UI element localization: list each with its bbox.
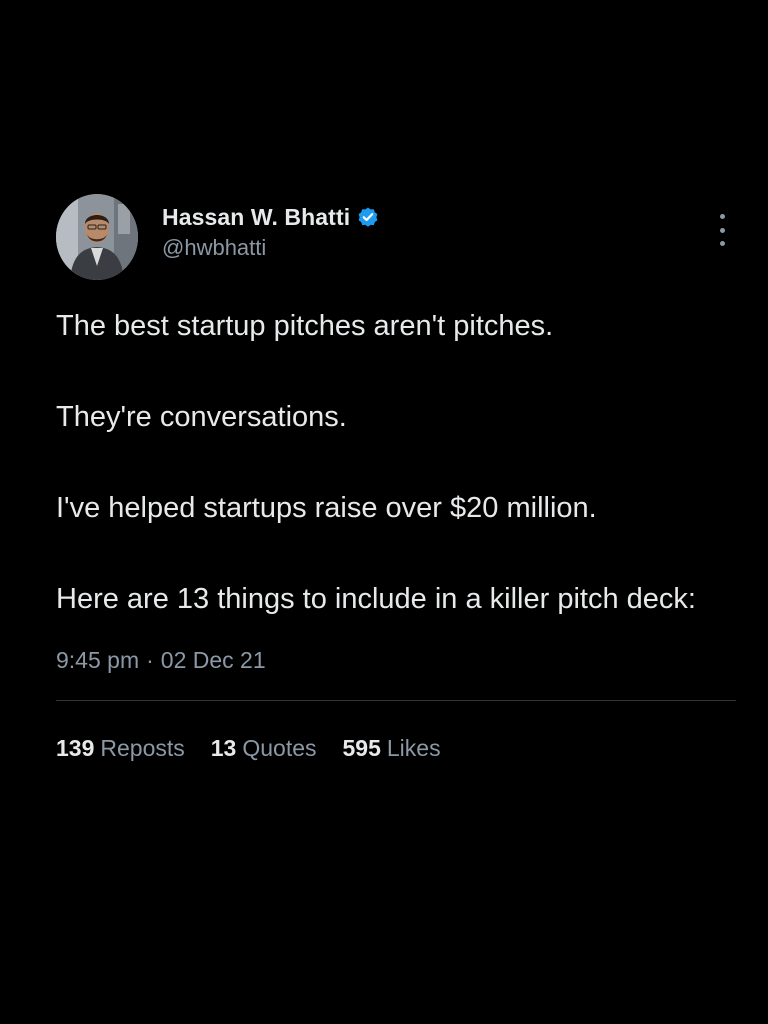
display-name[interactable]: Hassan W. Bhatti	[162, 204, 350, 231]
author-names: Hassan W. Bhatti @hwbhatti	[162, 202, 380, 261]
avatar-photo	[56, 194, 138, 280]
likes-stat[interactable]: 595 Likes	[343, 735, 441, 762]
tweet-paragraph: I've helped startups raise over $20 mill…	[56, 492, 597, 524]
reposts-label: Reposts	[100, 735, 185, 761]
tweet-timestamp[interactable]: 9:45 pm · 02 Dec 21	[56, 647, 736, 674]
author-handle[interactable]: @hwbhatti	[162, 235, 380, 261]
tweet-paragraph: They're conversations.	[56, 401, 347, 433]
more-vertical-icon[interactable]	[718, 214, 726, 246]
verified-badge-icon	[356, 205, 380, 229]
tweet-stats: 139 Reposts 13 Quotes 595 Likes	[56, 735, 736, 762]
likes-count: 595	[342, 735, 381, 761]
quotes-count: 13	[210, 735, 237, 761]
quotes-stat[interactable]: 13 Quotes	[211, 735, 317, 762]
tweet-paragraph: Here are 13 things to include in a kille…	[56, 583, 696, 615]
reposts-stat[interactable]: 139 Reposts	[56, 735, 185, 762]
tweet-time: 9:45 pm	[56, 647, 140, 673]
avatar[interactable]	[56, 194, 138, 280]
timestamp-separator: ·	[146, 647, 154, 673]
divider	[56, 700, 736, 701]
quotes-label: Quotes	[242, 735, 317, 761]
tweet-text: The best startup pitches aren't pitches.…	[56, 304, 736, 621]
tweet-paragraph: The best startup pitches aren't pitches.	[56, 310, 554, 342]
display-name-row: Hassan W. Bhatti	[162, 202, 380, 232]
likes-label: Likes	[386, 735, 441, 761]
tweet-header: Hassan W. Bhatti @hwbhatti	[56, 194, 736, 282]
reposts-count: 139	[56, 735, 95, 761]
tweet: Hassan W. Bhatti @hwbhatti The best star…	[56, 194, 736, 762]
tweet-date: 02 Dec 21	[160, 647, 266, 673]
